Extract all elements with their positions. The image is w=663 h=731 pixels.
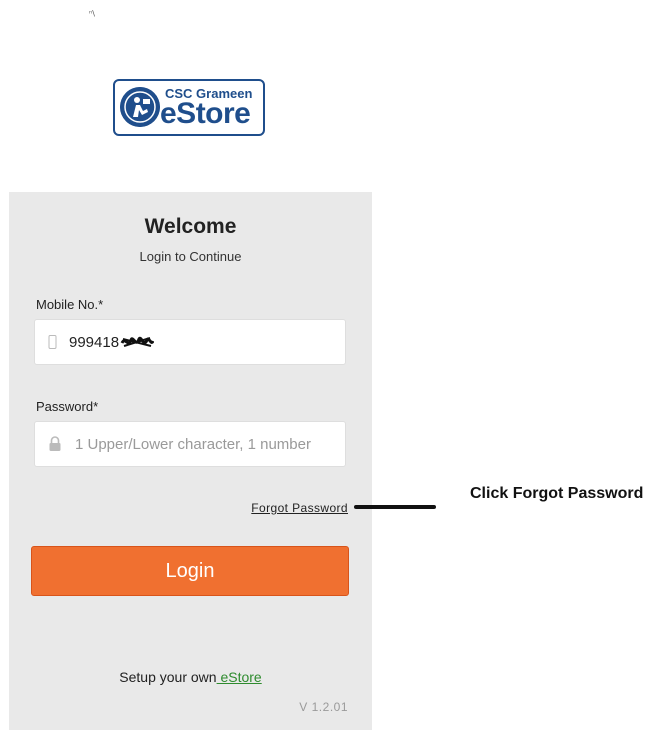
setup-text: Setup your own: [119, 669, 217, 685]
version-label: V 1.2.01: [299, 700, 348, 714]
setup-estore-link[interactable]: eStore: [217, 669, 261, 685]
mobile-field[interactable]: 999418: [34, 319, 346, 365]
password-input[interactable]: 1 Upper/Lower character, 1 number: [75, 436, 311, 453]
csc-emblem-icon: [120, 87, 160, 127]
page-subtitle: Login to Continue: [139, 249, 242, 264]
page-title: Welcome: [144, 215, 237, 238]
redaction-scribble: [120, 336, 155, 347]
mobile-label: Mobile No.*: [36, 297, 104, 312]
csc-estore-logo: CSC Grameen eStore: [113, 79, 265, 136]
login-button[interactable]: Login: [31, 546, 349, 596]
annotation-pointer-line: [354, 505, 436, 509]
setup-estore-text: Setup your own eStore: [9, 669, 372, 685]
logo-text-estore: eStore: [160, 97, 251, 130]
password-field[interactable]: 1 Upper/Lower character, 1 number: [34, 421, 346, 467]
forgot-password-link[interactable]: Forgot Password: [251, 501, 348, 515]
annotation-text: Click Forgot Password: [470, 485, 644, 502]
status-mark: ⁿ\: [89, 9, 95, 18]
password-label: Password*: [36, 399, 99, 414]
phone-icon: [48, 335, 57, 354]
mobile-input[interactable]: 999418: [69, 334, 155, 351]
login-card: Welcome Login to Continue Mobile No.* 99…: [9, 192, 372, 730]
lock-icon: [48, 436, 62, 457]
